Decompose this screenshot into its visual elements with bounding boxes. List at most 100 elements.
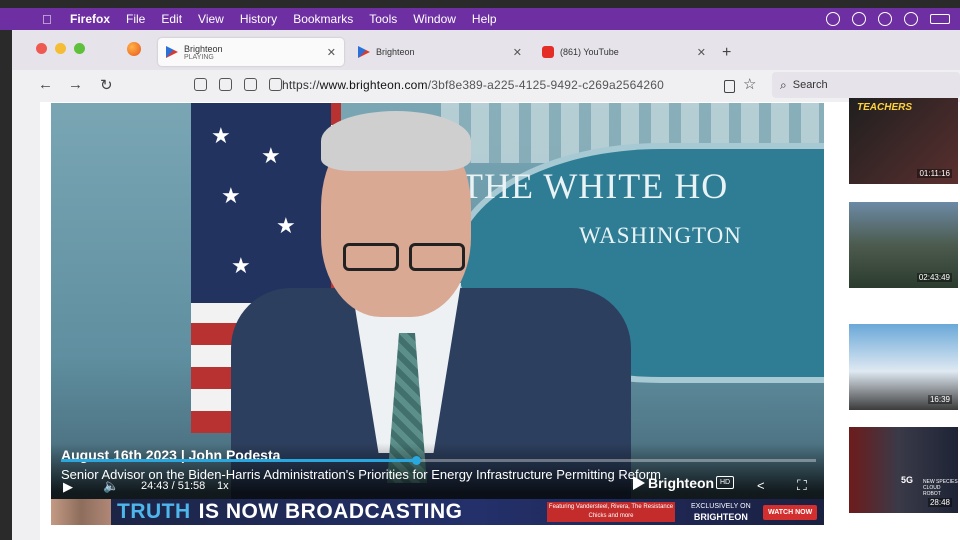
menu-edit[interactable]: Edit [161,12,182,26]
lock-icon[interactable] [219,78,232,91]
url-security-icons [194,78,282,91]
shield-icon[interactable] [194,78,207,91]
status-tray [826,8,950,30]
playback-speed-button[interactable]: 1x [217,480,229,492]
tab-strip: Brighteon PLAYING ✕ Brighteon ✕ (861) Yo… [12,30,960,70]
video-player[interactable]: THE WHITE HO WASHINGTON ★ ★ ★ ★ ★ August… [51,103,824,525]
tab-close-icon[interactable]: ✕ [327,46,336,59]
tab-title: (861) YouTube [560,47,619,57]
related-video-thumb[interactable]: TEACHERS 01:11:16 [849,98,958,184]
tab-title: Brighteon [376,47,415,57]
minimize-window-button[interactable] [55,43,66,54]
time-total: 51:58 [177,480,206,492]
menu-file[interactable]: File [126,12,145,26]
play-pause-icon[interactable]: ▶ [63,479,73,495]
banner-headline: IS NOW BROADCASTING [198,500,463,523]
related-video-thumb[interactable]: 02:43:49 [849,202,958,288]
firefox-icon[interactable] [127,42,141,56]
play-icon[interactable] [878,12,892,26]
menu-history[interactable]: History [240,12,277,26]
thumb-caption: TEACHERS [857,102,913,113]
zoom-window-button[interactable] [74,43,85,54]
flag-star: ★ [211,123,231,148]
search-icon: ⌕ [780,77,787,92]
reader-view-icon[interactable] [724,80,735,93]
tab-label-group: Brighteon PLAYING [184,44,223,61]
search-field[interactable]: ⌕ Search [772,72,960,98]
back-icon[interactable]: ← [38,76,53,93]
autoplay-blocked-icon[interactable] [269,78,282,91]
url-domain: www.brighteon.com [319,78,428,92]
bluetooth-icon[interactable] [904,12,918,26]
brighteon-player-logo-text: Brighteon [648,475,715,491]
menu-help[interactable]: Help [472,12,497,26]
watch-now-button[interactable]: WATCH NOW [763,505,818,520]
youtube-logo-icon [542,46,554,58]
banner-exclusive: EXCLUSIVELY ON BRIGHTEON [691,502,751,522]
close-window-button[interactable] [36,43,47,54]
volume-icon[interactable]: 🔈 [103,478,119,494]
seek-bar[interactable] [61,456,816,465]
brighteon-player-logo[interactable]: Brighteon [633,475,714,491]
share-icon[interactable]: < [757,478,765,493]
tab-title: Brighteon [184,43,223,54]
window-controls [36,43,85,54]
flag-star: ★ [221,183,241,208]
tab-brighteon[interactable]: Brighteon ✕ [350,38,530,66]
browser-window: Brighteon PLAYING ✕ Brighteon ✕ (861) Yo… [12,30,960,540]
related-video-thumb[interactable]: 5G NEW SPECIES CLOUD ROBOT 28:48 [849,427,958,513]
menu-view[interactable]: View [198,12,224,26]
bookmark-star-icon[interactable]: ☆ [743,75,756,93]
banner-brand: BRIGHTEON [693,512,748,522]
reload-icon[interactable]: ↻ [100,76,113,94]
brighteon-logo-icon [166,46,178,58]
permissions-icon[interactable] [244,78,257,91]
time-current: 24:43 [141,480,169,492]
thumb-duration: 02:43:49 [916,273,952,282]
broadcast-banner[interactable]: TRUTH IS NOW BROADCASTING Featuring Vand… [51,499,824,525]
page-content: THE WHITE HO WASHINGTON ★ ★ ★ ★ ★ August… [12,98,960,540]
apple-icon[interactable]:  [42,12,56,27]
menu-tools[interactable]: Tools [369,12,397,26]
url-field[interactable]: https://www.brighteon.com/3bf8e389-a225-… [282,78,664,92]
backdrop-text-washington: WASHINGTON [579,223,742,248]
menu-firefox[interactable]: Firefox [70,12,110,26]
thumb-caption-small: NEW SPECIES CLOUD ROBOT [923,479,958,497]
search-placeholder: Search [792,79,828,91]
banner-exclusive-label: EXCLUSIVELY ON [691,503,751,510]
thumb-duration: 16:39 [927,395,952,404]
new-tab-icon[interactable]: + [722,44,731,62]
banner-truth: TRUTH [117,500,191,523]
brighteon-logo-icon [633,476,645,490]
location-icon[interactable] [826,12,840,26]
flag-star: ★ [231,253,251,278]
tab-close-icon[interactable]: ✕ [697,46,706,59]
fullscreen-icon[interactable]: ⛶ [797,477,807,494]
seek-bar-handle[interactable] [411,456,421,465]
tab-playing-label: PLAYING [184,53,214,61]
thumb-caption: 5G [901,475,914,485]
battery-icon[interactable] [930,14,950,24]
time-display: 24:43 / 51:58 [141,480,206,492]
thumb-duration: 01:11:16 [917,169,952,178]
url-path: /3bf8e389-a225-4125-9492-c269a2564260 [427,78,665,92]
check-icon[interactable] [852,12,866,26]
flag-star: ★ [261,143,281,168]
page-left-margin [12,102,40,540]
url-scheme: https:// [282,78,320,92]
forward-icon[interactable]: → [68,76,83,93]
related-video-thumb[interactable]: 16:39 [849,324,958,410]
thumb-duration: 28:48 [927,498,952,507]
banner-featuring: Featuring Vandersteel, Rivera, The Resis… [547,502,675,522]
tab-youtube[interactable]: (861) YouTube ✕ [534,38,714,66]
banner-hosts-image [51,499,111,525]
menu-bookmarks[interactable]: Bookmarks [293,12,353,26]
tab-brighteon-playing[interactable]: Brighteon PLAYING ✕ [158,38,344,66]
brighteon-logo-icon [358,46,370,58]
nav-bar: ← → ↻ https://www.brighteon.com/3bf8e389… [12,70,960,102]
speaker-hair [321,111,471,171]
menu-bar:  Firefox File Edit View History Bookmar… [0,8,960,30]
quality-badge[interactable]: HD [716,476,735,489]
tab-close-icon[interactable]: ✕ [513,46,522,59]
menu-window[interactable]: Window [413,12,456,26]
